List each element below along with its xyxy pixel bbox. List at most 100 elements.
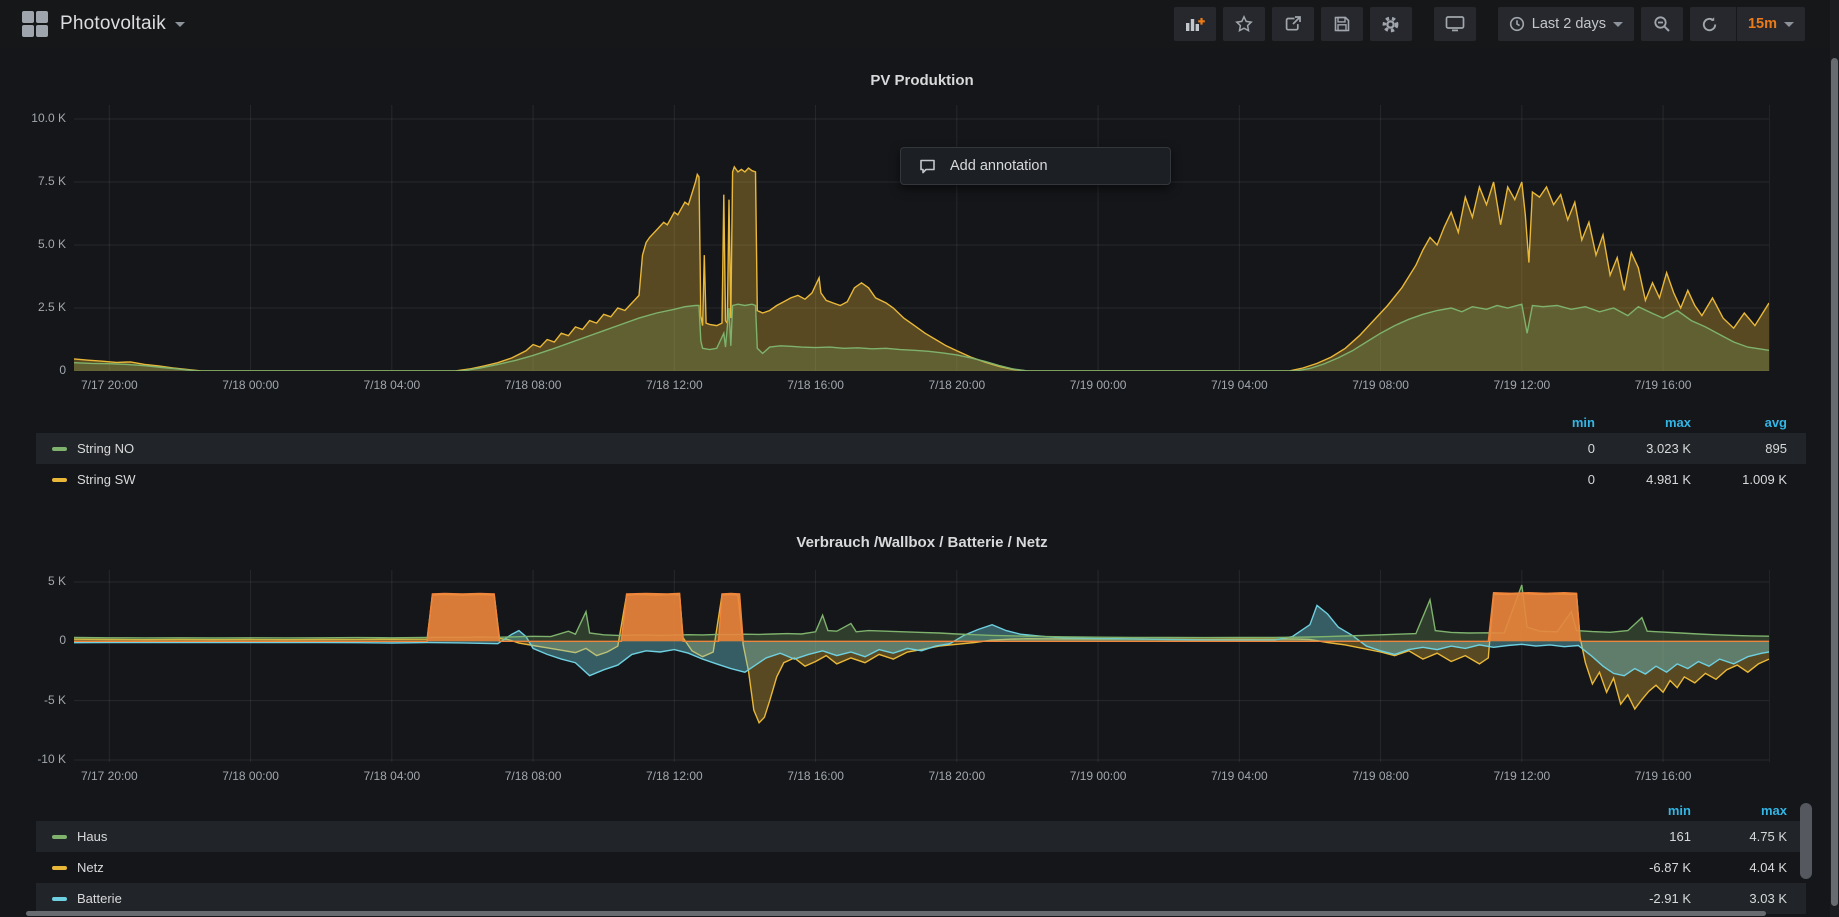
dashboard-grid-icon[interactable] xyxy=(22,11,48,37)
chart-canvas[interactable] xyxy=(74,105,1769,371)
refresh-combo-button: 15m xyxy=(1690,7,1805,41)
vertical-scrollbar-thumb[interactable] xyxy=(1831,58,1838,906)
x-tick-label: 7/18 08:00 xyxy=(488,378,578,392)
add-panel-button[interactable] xyxy=(1174,7,1216,41)
series-color-swatch xyxy=(52,478,67,482)
page-title: Photovoltaik xyxy=(60,13,166,35)
share-icon xyxy=(1284,15,1302,33)
y-tick-label: 0 xyxy=(4,633,66,647)
legend-col-min[interactable]: min xyxy=(1606,803,1691,818)
time-range-label: Last 2 days xyxy=(1532,16,1606,32)
legend-header: min max avg xyxy=(36,412,1806,433)
panel-title-verbrauch[interactable]: Verbrauch /Wallbox / Batterie / Netz xyxy=(74,534,1770,551)
x-tick-label: 7/18 12:00 xyxy=(629,378,719,392)
stat-max: 3.023 K xyxy=(1595,441,1691,456)
legend-col-min[interactable]: min xyxy=(1510,415,1595,430)
clock-icon xyxy=(1509,16,1525,32)
series-label: Haus xyxy=(77,829,107,844)
refresh-icon xyxy=(1701,16,1718,33)
x-tick-label: 7/19 16:00 xyxy=(1618,378,1708,392)
series-color-swatch xyxy=(52,866,67,870)
legend-col-avg[interactable]: avg xyxy=(1691,415,1787,430)
x-tick-label: 7/19 00:00 xyxy=(1053,769,1143,783)
x-tick-label: 7/18 20:00 xyxy=(912,769,1002,783)
stat-min: -2.91 K xyxy=(1606,891,1691,906)
stat-max: 3.03 K xyxy=(1691,891,1787,906)
x-tick-label: 7/19 00:00 xyxy=(1053,378,1143,392)
legend-scrollbar-thumb[interactable] xyxy=(1800,803,1812,879)
chart-verbrauch[interactable]: 5 K0-5 K-10 K7/17 20:007/18 00:007/18 04… xyxy=(74,570,1770,762)
y-tick-label: 5.0 K xyxy=(4,237,66,251)
legend-col-max[interactable]: max xyxy=(1595,415,1691,430)
zoom-out-button[interactable] xyxy=(1641,7,1683,41)
tv-mode-button[interactable] xyxy=(1434,7,1476,41)
refresh-interval-dropdown[interactable]: 15m xyxy=(1736,7,1805,41)
x-tick-label: 7/18 00:00 xyxy=(206,378,296,392)
add-annotation-label: Add annotation xyxy=(950,158,1048,174)
x-tick-label: 7/19 08:00 xyxy=(1336,378,1426,392)
dashboard-title-dropdown[interactable]: Photovoltaik xyxy=(60,13,185,35)
stat-min: 161 xyxy=(1606,829,1691,844)
y-tick-label: 10.0 K xyxy=(4,111,66,125)
stat-max: 4.04 K xyxy=(1691,860,1787,875)
chevron-down-icon xyxy=(1613,22,1623,27)
panel-title-pv-produktion[interactable]: PV Produktion xyxy=(74,72,1770,89)
monitor-icon xyxy=(1445,15,1465,33)
x-tick-label: 7/18 16:00 xyxy=(771,378,861,392)
x-tick-label: 7/18 12:00 xyxy=(629,769,719,783)
star-icon xyxy=(1235,15,1253,33)
header: Photovoltaik xyxy=(0,0,1839,48)
zoom-out-icon xyxy=(1653,15,1671,33)
series-label: String SW xyxy=(77,472,136,487)
add-annotation-menu[interactable]: Add annotation xyxy=(900,147,1171,185)
x-tick-label: 7/18 16:00 xyxy=(771,769,861,783)
legend-item-haus[interactable]: Haus 161 4.75 K xyxy=(36,821,1806,852)
chevron-down-icon xyxy=(1784,22,1794,27)
series-color-swatch xyxy=(52,447,67,451)
legend-item-string-no[interactable]: String NO 0 3.023 K 895 xyxy=(36,433,1806,464)
x-tick-label: 7/18 04:00 xyxy=(347,769,437,783)
save-button[interactable] xyxy=(1321,7,1363,41)
comment-icon xyxy=(919,158,936,175)
share-button[interactable] xyxy=(1272,7,1314,41)
horizontal-scrollbar-thumb[interactable] xyxy=(26,911,1766,916)
time-range-button[interactable]: Last 2 days xyxy=(1498,7,1634,41)
chart-pv-produktion[interactable]: 10.0 K7.5 K5.0 K2.5 K07/17 20:007/18 00:… xyxy=(74,105,1770,371)
series-color-swatch xyxy=(52,835,67,839)
x-tick-label: 7/19 12:00 xyxy=(1477,378,1567,392)
y-tick-label: 7.5 K xyxy=(4,174,66,188)
x-tick-label: 7/19 16:00 xyxy=(1618,769,1708,783)
stat-max: 4.75 K xyxy=(1691,829,1787,844)
series-color-swatch xyxy=(52,897,67,901)
x-tick-label: 7/17 20:00 xyxy=(64,378,154,392)
star-button[interactable] xyxy=(1223,7,1265,41)
legend-pv-produktion: min max avg String NO 0 3.023 K 895 Stri… xyxy=(36,412,1806,495)
x-tick-label: 7/19 08:00 xyxy=(1336,769,1426,783)
x-tick-label: 7/18 20:00 xyxy=(912,378,1002,392)
refresh-interval-label: 15m xyxy=(1748,16,1777,32)
y-tick-label: 5 K xyxy=(4,574,66,588)
y-tick-label: 0 xyxy=(4,363,66,377)
legend-item-string-sw[interactable]: String SW 0 4.981 K 1.009 K xyxy=(36,464,1806,495)
chart-canvas[interactable] xyxy=(74,570,1769,762)
refresh-button[interactable] xyxy=(1690,7,1729,41)
legend-item-batterie[interactable]: Batterie -2.91 K 3.03 K xyxy=(36,883,1806,914)
x-tick-label: 7/19 04:00 xyxy=(1194,378,1284,392)
add-panel-icon xyxy=(1185,15,1205,33)
settings-button[interactable] xyxy=(1370,7,1412,41)
stat-min: 0 xyxy=(1510,441,1595,456)
save-icon xyxy=(1333,15,1351,33)
x-tick-label: 7/18 00:00 xyxy=(206,769,296,783)
y-tick-label: -5 K xyxy=(4,693,66,707)
gear-icon xyxy=(1381,15,1400,34)
series-label: Batterie xyxy=(77,891,122,906)
series-label: Netz xyxy=(77,860,104,875)
legend-header: min max xyxy=(36,800,1806,821)
stat-avg: 1.009 K xyxy=(1691,472,1787,487)
x-tick-label: 7/18 04:00 xyxy=(347,378,437,392)
legend-col-max[interactable]: max xyxy=(1691,803,1787,818)
y-tick-label: 2.5 K xyxy=(4,300,66,314)
x-tick-label: 7/19 04:00 xyxy=(1194,769,1284,783)
y-tick-label: -10 K xyxy=(4,752,66,766)
legend-item-netz[interactable]: Netz -6.87 K 4.04 K xyxy=(36,852,1806,883)
